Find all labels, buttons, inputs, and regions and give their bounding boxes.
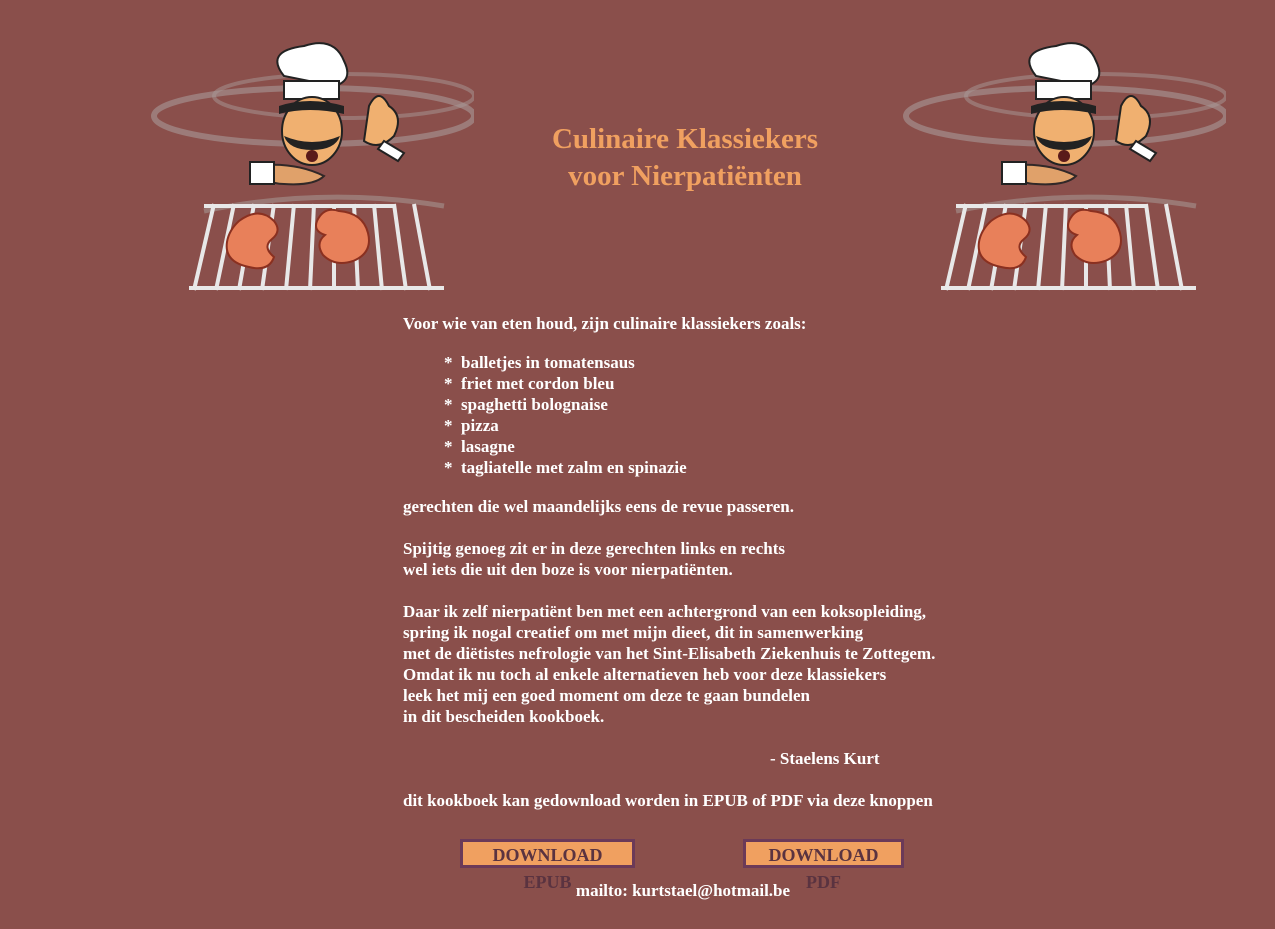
list-item: * balletjes in tomatensaus	[444, 353, 635, 372]
paragraph3-line: Daar ik zelf nierpatiënt ben met een ach…	[403, 602, 927, 621]
paragraph2-line: wel iets die uit den boze is voor nierpa…	[403, 560, 733, 579]
bullet-icon: *	[444, 374, 453, 393]
page-title: Culinaire Klassiekers voor Nierpatiënten	[480, 121, 890, 195]
paragraph3-line: in dit bescheiden kookboek.	[403, 707, 605, 726]
intro-text: Voor wie van eten houd, zijn culinaire k…	[403, 313, 1023, 811]
paragraph3-line: met de diëtistes nefrologie van het Sint…	[403, 644, 936, 663]
download-text: dit kookboek kan gedownload worden in EP…	[403, 791, 933, 810]
paragraph3-line: leek het mij een goed moment om deze te …	[403, 686, 811, 705]
list-item: * pizza	[444, 416, 499, 435]
list-item: * tagliatelle met zalm en spinazie	[444, 458, 687, 477]
download-pdf-button[interactable]: DOWNLOAD PDF	[743, 839, 904, 892]
list-item: * spaghetti bolognaise	[444, 395, 608, 414]
bullet-icon: *	[444, 458, 453, 477]
paragraph2-line: Spijtig genoeg zit er in deze gerechten …	[403, 539, 785, 558]
bullet-icon: *	[444, 353, 453, 372]
download-epub-button[interactable]: DOWNLOAD EPUB	[460, 839, 635, 892]
after-list-text: gerechten die wel maandelijks eens de re…	[403, 497, 794, 516]
list-item: * friet met cordon bleu	[444, 374, 615, 393]
chef-grill-illustration-right	[896, 36, 1226, 296]
paragraph3-line: Omdat ik nu toch al enkele alternatieven…	[403, 665, 887, 684]
bullet-icon: *	[444, 395, 453, 414]
bullet-icon: *	[444, 416, 453, 435]
list-item: * lasagne	[444, 437, 515, 456]
mail-link[interactable]: mailto: kurtstael@hotmail.be	[0, 881, 1275, 901]
chef-grilling-kidneys-icon	[151, 42, 474, 291]
title-line-1: Culinaire Klassiekers	[551, 123, 819, 155]
bullet-icon: *	[444, 437, 453, 456]
chef-grill-illustration-left	[144, 36, 474, 296]
paragraph3-line: spring ik nogal creatief om met mijn die…	[403, 623, 864, 642]
title-line-2: voor Nierpatiënten	[568, 160, 802, 192]
chef-grilling-kidneys-icon	[903, 42, 1226, 291]
dish-list: * balletjes in tomatensaus * friet met cor…	[403, 352, 1023, 478]
intro-line: Voor wie van eten houd, zijn culinaire k…	[403, 314, 807, 333]
signature: - Staelens Kurt	[770, 749, 880, 768]
